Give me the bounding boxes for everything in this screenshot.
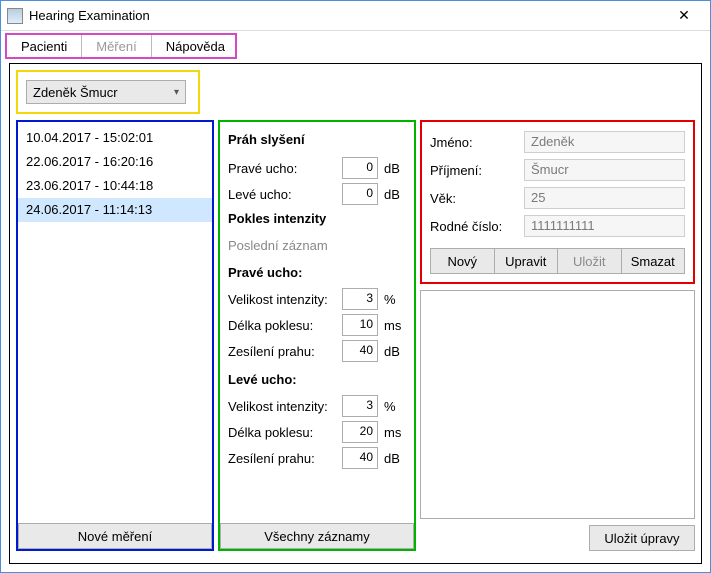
tab-help[interactable]: Nápověda <box>152 35 239 57</box>
left-gain-label: Zesílení prahu: <box>228 451 336 466</box>
left-intensity-value[interactable]: 3 <box>342 395 378 417</box>
right-intensity-label: Velikost intenzity: <box>228 292 336 307</box>
intensity-decrease-heading: Pokles intenzity <box>228 211 406 226</box>
pct-unit: % <box>384 399 406 414</box>
left-ear-threshold-label: Levé ucho: <box>228 187 336 202</box>
left-ear-heading: Levé ucho: <box>228 372 406 387</box>
edit-patient-button[interactable]: Upravit <box>495 248 559 274</box>
left-gain-value[interactable]: 40 <box>342 447 378 469</box>
save-patient-button[interactable]: Uložit <box>558 248 622 274</box>
new-patient-button[interactable]: Nový <box>430 248 495 274</box>
chevron-down-icon: ▾ <box>174 87 179 98</box>
last-name-field[interactable]: Šmucr <box>524 159 685 181</box>
right-length-value[interactable]: 10 <box>342 314 378 336</box>
notes-area[interactable] <box>420 290 695 519</box>
left-length-value[interactable]: 20 <box>342 421 378 443</box>
record-item[interactable]: 23.06.2017 - 10:44:18 <box>18 174 212 198</box>
patient-dropdown-value: Zdeněk Šmucr <box>33 85 118 100</box>
tab-measurement[interactable]: Měření <box>82 35 151 57</box>
db-unit: dB <box>384 451 406 466</box>
save-edits-button[interactable]: Uložit úpravy <box>589 525 695 551</box>
db-unit: dB <box>384 161 406 176</box>
record-item[interactable]: 24.06.2017 - 11:14:13 <box>18 198 212 222</box>
last-record-label: Poslední záznam <box>228 238 406 253</box>
first-name-field[interactable]: Zdeněk <box>524 131 685 153</box>
patient-form-frame: Jméno: Zdeněk Příjmení: Šmucr Věk: 25 Ro… <box>420 120 695 284</box>
patient-select-frame: Zdeněk Šmucr ▾ <box>16 70 200 114</box>
window-title: Hearing Examination <box>29 8 150 23</box>
params-frame: Práh slyšení Pravé ucho: 0 dB Levé ucho:… <box>218 120 416 551</box>
delete-patient-button[interactable]: Smazat <box>622 248 686 274</box>
first-name-label: Jméno: <box>430 135 518 150</box>
close-button[interactable]: ✕ <box>664 5 704 27</box>
right-length-label: Délka poklesu: <box>228 318 336 333</box>
ms-unit: ms <box>384 425 406 440</box>
age-label: Věk: <box>430 191 518 206</box>
birth-number-field[interactable]: 1111111111 <box>524 215 685 237</box>
record-item[interactable]: 10.04.2017 - 15:02:01 <box>18 126 212 150</box>
db-unit: dB <box>384 344 406 359</box>
right-gain-value[interactable]: 40 <box>342 340 378 362</box>
tab-patients[interactable]: Pacienti <box>7 35 82 57</box>
threshold-heading: Práh slyšení <box>228 132 406 147</box>
pct-unit: % <box>384 292 406 307</box>
db-unit: dB <box>384 187 406 202</box>
last-name-label: Příjmení: <box>430 163 518 178</box>
right-column: Jméno: Zdeněk Příjmení: Šmucr Věk: 25 Ro… <box>420 120 695 551</box>
left-length-label: Délka poklesu: <box>228 425 336 440</box>
right-ear-threshold-value[interactable]: 0 <box>342 157 378 179</box>
right-gain-label: Zesílení prahu: <box>228 344 336 359</box>
content-frame: Zdeněk Šmucr ▾ 10.04.2017 - 15:02:0122.0… <box>9 63 702 564</box>
age-field[interactable]: 25 <box>524 187 685 209</box>
app-icon <box>7 8 23 24</box>
tabs: Pacienti Měření Nápověda <box>5 33 237 59</box>
left-ear-threshold-value[interactable]: 0 <box>342 183 378 205</box>
new-measurement-button[interactable]: Nové měření <box>18 523 212 549</box>
record-item[interactable]: 22.06.2017 - 16:20:16 <box>18 150 212 174</box>
right-intensity-value[interactable]: 3 <box>342 288 378 310</box>
patient-dropdown[interactable]: Zdeněk Šmucr ▾ <box>26 80 186 104</box>
records-list[interactable]: 10.04.2017 - 15:02:0122.06.2017 - 16:20:… <box>18 122 212 523</box>
birth-number-label: Rodné číslo: <box>430 219 518 234</box>
records-frame: 10.04.2017 - 15:02:0122.06.2017 - 16:20:… <box>16 120 214 551</box>
ms-unit: ms <box>384 318 406 333</box>
titlebar: Hearing Examination ✕ <box>1 1 710 31</box>
right-ear-threshold-label: Pravé ucho: <box>228 161 336 176</box>
left-intensity-label: Velikost intenzity: <box>228 399 336 414</box>
all-records-button[interactable]: Všechny záznamy <box>220 523 414 549</box>
right-ear-heading: Pravé ucho: <box>228 265 406 280</box>
